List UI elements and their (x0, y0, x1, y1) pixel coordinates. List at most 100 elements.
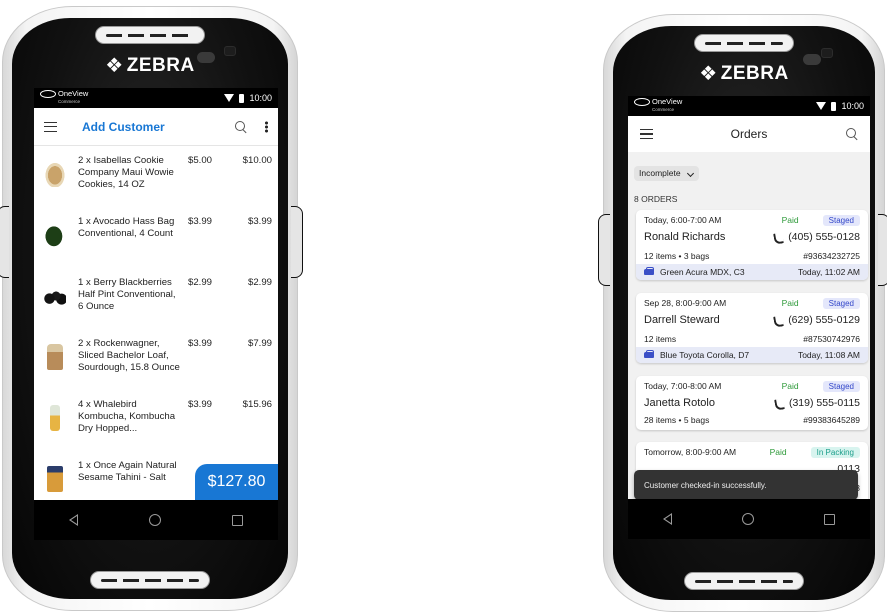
app-bar: Orders (628, 116, 870, 152)
item-name: 2 x Rockenwagner, Sliced Bachelor Loaf, … (78, 338, 180, 373)
oneview-logo: OneView Commerce (40, 90, 88, 106)
payment-status: Paid (769, 447, 787, 457)
back-icon[interactable] (69, 514, 79, 526)
car-icon (644, 267, 654, 275)
item-name: 1 x Berry Blackberries Half Pint Convent… (78, 277, 176, 312)
sensor-icon (224, 46, 236, 56)
status-badge: Staged (822, 214, 860, 226)
order-card[interactable]: Sep 28, 8:00-9:00 AM Paid Staged Darrell… (636, 293, 868, 363)
order-number: #93634232725 (803, 251, 860, 261)
item-name: 2 x Isabellas Cookie Company Maui Wowie … (78, 155, 174, 190)
search-icon[interactable] (846, 128, 858, 140)
side-scan-button-left (0, 206, 9, 278)
battery-icon (239, 93, 245, 103)
tahini-jar-thumbnail (47, 466, 63, 492)
recents-icon[interactable] (231, 514, 243, 526)
wifi-icon (816, 102, 827, 110)
status-filter-dropdown[interactable]: Incomplete (634, 166, 699, 181)
order-card[interactable]: Today, 6:00-7:00 AM Paid Staged Ronald R… (636, 210, 868, 280)
side-scan-button-right (291, 206, 303, 278)
car-icon (644, 350, 654, 358)
left-screen: OneView Commerce 10:00 Add Customer 2 x … (34, 88, 278, 540)
list-item[interactable]: 4 x Whalebird Kombucha, Kombucha Dry Hop… (34, 391, 278, 452)
vehicle-info: Green Acura MDX, C3 Today, 11:02 AM (636, 264, 868, 280)
add-customer-button[interactable]: Add Customer (82, 120, 165, 134)
battery-icon (831, 101, 837, 111)
payment-status: Paid (781, 215, 799, 225)
item-total: $7.99 (247, 338, 272, 349)
item-count: 12 items (644, 334, 677, 344)
status-bar: OneView Commerce 10:00 (34, 88, 278, 108)
arrival-time: Today, 11:08 AM (797, 350, 860, 360)
orders-count: 8 ORDERS (634, 194, 678, 204)
item-name: 1 x Once Again Natural Sesame Tahini - S… (78, 460, 177, 483)
side-scan-button-right (878, 214, 887, 286)
zebra-logo: ❖ ZEBRA (105, 55, 195, 77)
phone-icon (774, 233, 782, 242)
status-badge: Staged (822, 380, 860, 392)
item-unit-price: $3.99 (188, 399, 213, 410)
sensor-icon (821, 48, 833, 58)
order-total-button[interactable]: $127.80 (195, 464, 278, 500)
menu-icon[interactable] (44, 121, 57, 132)
camera-icon (803, 54, 821, 65)
android-nav-bar (628, 499, 870, 539)
bottom-speaker (90, 571, 210, 589)
pickup-slot: Tomorrow, 8:00-9:00 AM (644, 447, 737, 457)
order-card[interactable]: Today, 7:00-8:00 AM Paid Staged Janetta … (636, 376, 868, 430)
cookie-package-thumbnail (44, 161, 66, 187)
right-screen: OneView Commerce 10:00 Orders Incomplete… (628, 96, 870, 539)
zebra-logo: ❖ ZEBRA (699, 63, 789, 85)
item-name: 4 x Whalebird Kombucha, Kombucha Dry Hop… (78, 399, 176, 434)
item-total: $3.99 (247, 216, 272, 227)
page-title: Orders (730, 127, 768, 141)
blackberries-thumbnail (44, 283, 66, 309)
vehicle-info: Blue Toyota Corolla, D7 Today, 11:08 AM (636, 347, 868, 363)
top-speaker (95, 26, 205, 44)
pickup-slot: Sep 28, 8:00-9:00 AM (644, 298, 727, 308)
item-total: $2.99 (247, 277, 272, 288)
recents-icon[interactable] (824, 513, 835, 525)
phone-link[interactable]: (405) 555-0128 (774, 231, 860, 243)
top-speaker (694, 34, 794, 52)
wifi-icon (224, 94, 235, 102)
right-device: ❖ ZEBRA OneView Commerce 10:00 Orders In… (598, 14, 887, 612)
oneview-logo: OneView Commerce (634, 98, 682, 114)
pickup-slot: Today, 7:00-8:00 AM (644, 381, 722, 391)
item-unit-price: $5.00 (188, 155, 213, 166)
list-item[interactable]: 2 x Isabellas Cookie Company Maui Wowie … (34, 147, 278, 208)
status-time: 10:00 (249, 93, 272, 103)
customer-name: Darrell Steward (644, 314, 720, 326)
item-unit-price: $3.99 (188, 338, 213, 349)
item-name: 1 x Avocado Hass Bag Conventional, 4 Cou… (78, 216, 175, 239)
status-bar: OneView Commerce 10:00 (628, 96, 870, 116)
order-number: #87530742976 (803, 334, 860, 344)
payment-status: Paid (781, 381, 799, 391)
item-total: $10.00 (242, 155, 272, 166)
item-total: $15.96 (242, 399, 272, 410)
phone-link[interactable]: (629) 555-0129 (774, 314, 860, 326)
list-item[interactable]: 2 x Rockenwagner, Sliced Bachelor Loaf, … (34, 330, 278, 391)
list-item[interactable]: 1 x Avocado Hass Bag Conventional, 4 Cou… (34, 208, 278, 269)
search-icon[interactable] (235, 120, 247, 133)
home-icon[interactable] (148, 514, 161, 526)
bread-loaf-thumbnail (47, 344, 63, 370)
customer-name: Ronald Richards (644, 231, 726, 243)
vehicle-description: Blue Toyota Corolla, D7 (660, 350, 750, 360)
status-time: 10:00 (841, 101, 864, 111)
home-icon[interactable] (742, 513, 754, 525)
cart-item-list: 2 x Isabellas Cookie Company Maui Wowie … (34, 147, 278, 500)
status-badge: In Packing (810, 446, 860, 458)
back-icon[interactable] (663, 513, 672, 525)
list-item[interactable]: 1 x Berry Blackberries Half Pint Convent… (34, 269, 278, 330)
customer-name: Janetta Rotolo (644, 397, 715, 409)
item-count: 12 items • 3 bags (644, 251, 710, 261)
pickup-slot: Today, 6:00-7:00 AM (644, 215, 722, 225)
phone-link[interactable]: (319) 555-0115 (775, 397, 860, 409)
status-badge: Staged (822, 297, 860, 309)
more-options-icon[interactable] (265, 120, 268, 133)
device-bezel: ❖ ZEBRA OneView Commerce 10:00 Add Custom… (12, 18, 288, 599)
android-nav-bar (34, 500, 278, 540)
bottom-speaker (684, 572, 804, 590)
arrival-time: Today, 11:02 AM (797, 267, 860, 277)
